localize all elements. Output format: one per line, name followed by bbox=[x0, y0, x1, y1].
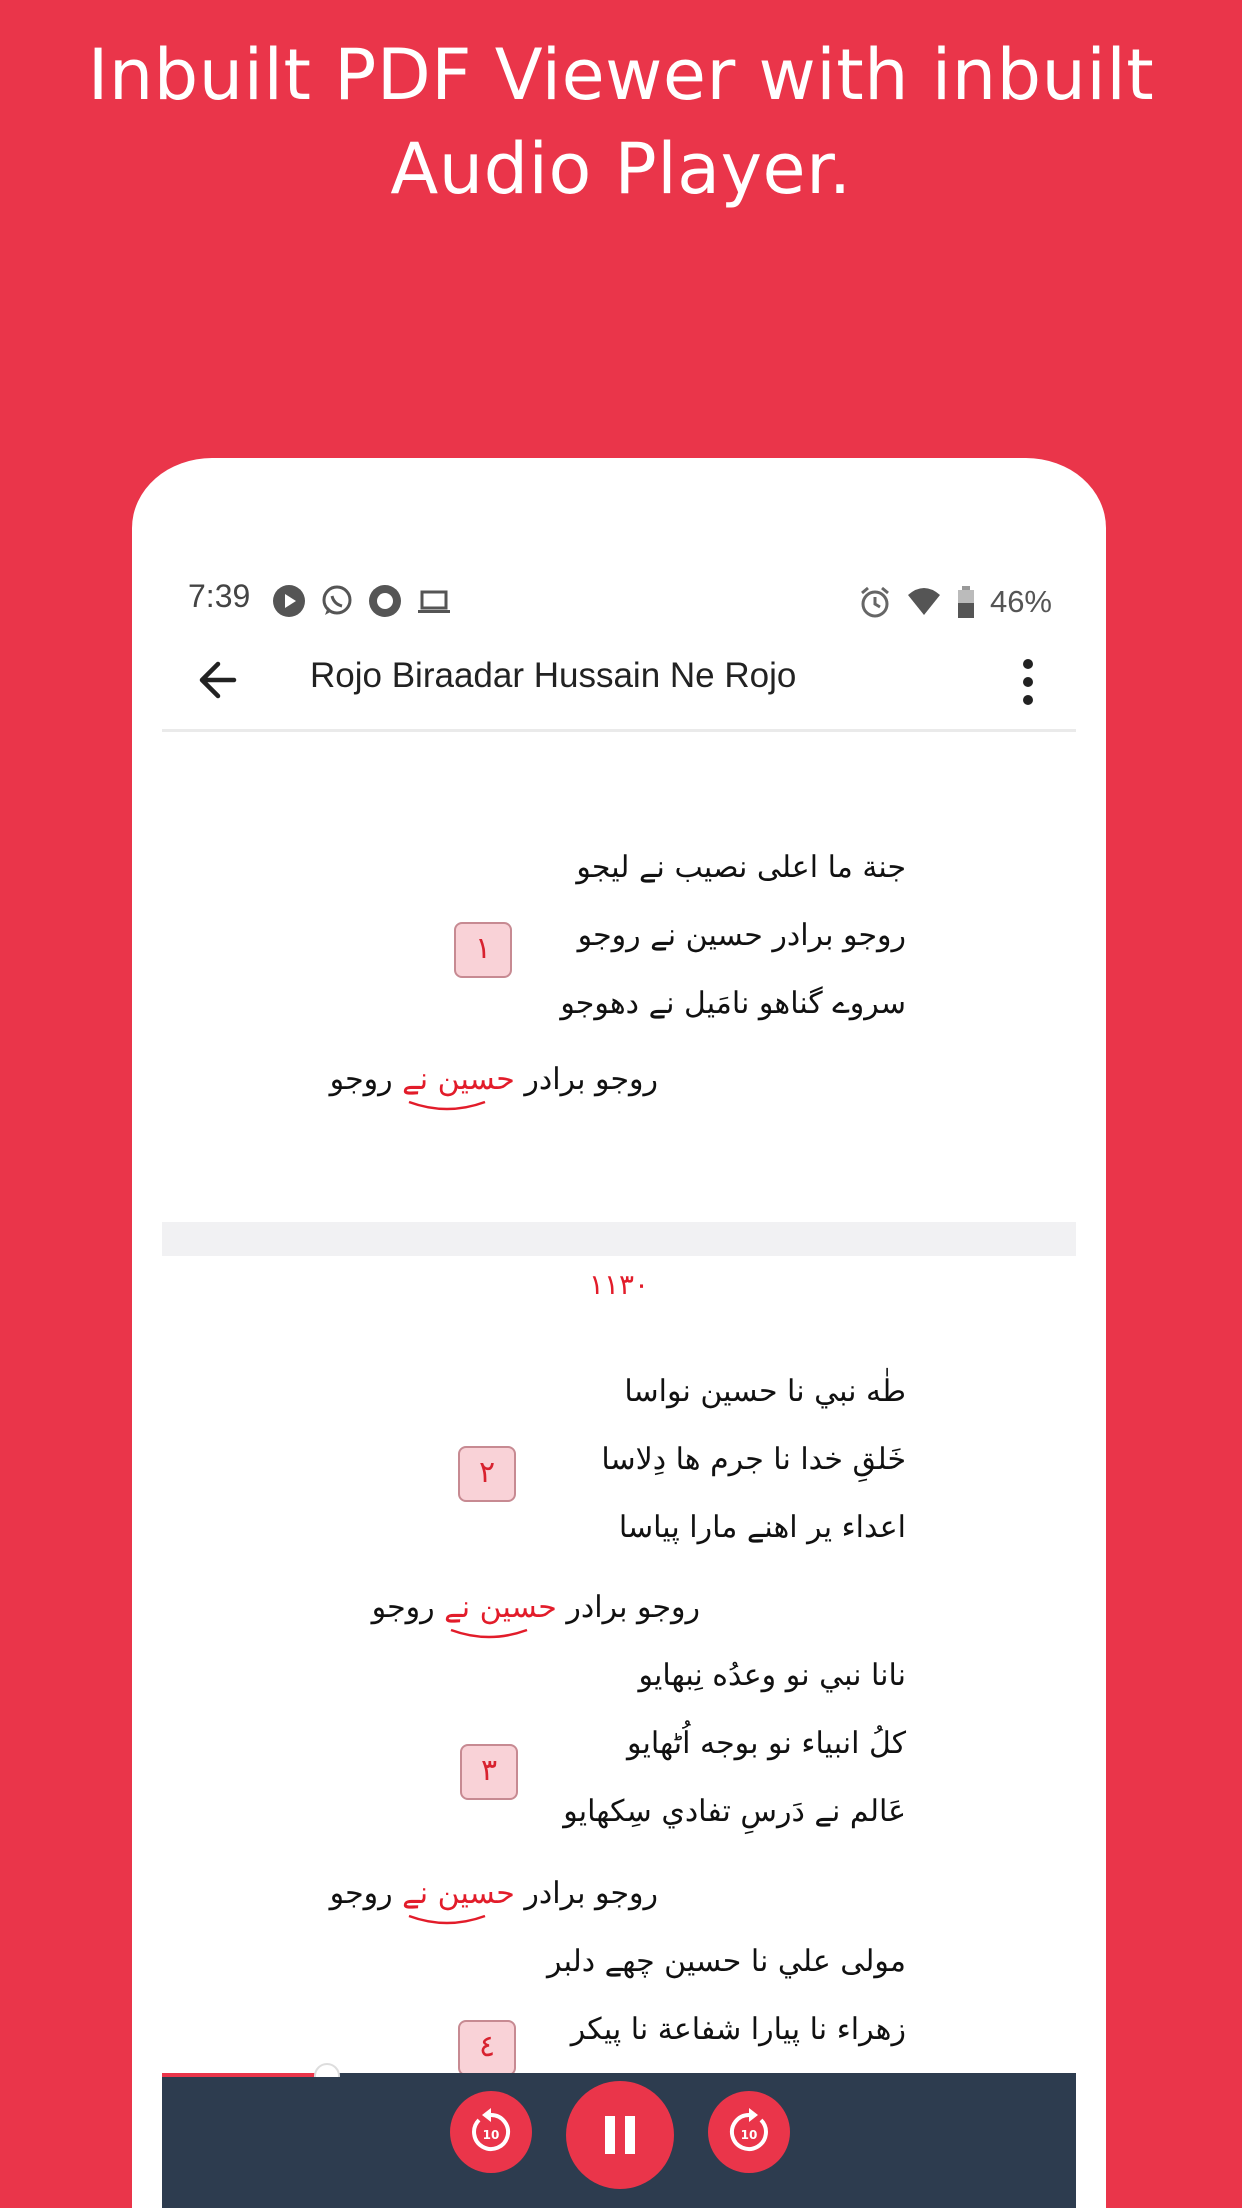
refrain-text: روجو برادر bbox=[514, 1062, 658, 1097]
pdf-page: جنة ما اعلى نصيب نے ليجو روجو برادر حسين… bbox=[162, 738, 1076, 1222]
refrain-text: روجو برادر bbox=[556, 1590, 700, 1625]
rewind-10-button[interactable]: 10 bbox=[450, 2091, 532, 2173]
alarm-icon bbox=[860, 586, 889, 618]
refrain-text: روجو bbox=[371, 1590, 445, 1625]
status-time: 7:39 bbox=[188, 578, 251, 614]
status-bar: 7:39 46% bbox=[132, 578, 1106, 638]
refrain-text: روجو bbox=[329, 1062, 403, 1097]
refrain-text: روجو برادر bbox=[514, 1876, 658, 1911]
verse-line: زهراء نا پيارا شفاعة نا پيكر bbox=[570, 2012, 906, 2047]
verse-line: سروے گناهو نامَيل نے دهوجو bbox=[560, 986, 906, 1021]
stanza-number-badge: ٢ bbox=[458, 1446, 516, 1502]
stanza-number-badge: ٤ bbox=[458, 2020, 516, 2076]
wifi-icon bbox=[907, 588, 940, 615]
battery-percent: 46% bbox=[989, 584, 1052, 619]
pdf-page: ١١٣٠ طٰه نبي نا حسين نواسا خَلقِ خدا نا … bbox=[162, 1256, 1076, 2078]
verse-line: اعداء ير اهنے مارا پياسا bbox=[618, 1510, 906, 1545]
laptop-icon bbox=[418, 590, 450, 613]
verse-line: جنة ما اعلى نصيب نے ليجو bbox=[576, 850, 906, 885]
whatsapp-icon bbox=[322, 585, 352, 615]
verse-line: كلُ انبياء نو بوجه اُٹھايو bbox=[626, 1726, 906, 1761]
play-store-icon bbox=[273, 585, 305, 617]
refrain-underline bbox=[408, 1100, 486, 1111]
back-arrow-icon[interactable] bbox=[190, 650, 250, 710]
verse-line: عَالم نے دَرسِ تفادي سِكهايو bbox=[563, 1794, 906, 1829]
verse-line: روجو برادر حسين نے روجو bbox=[577, 918, 906, 953]
refrain-highlight: حسين نے bbox=[402, 1876, 515, 1911]
forward-icon: 10 bbox=[729, 2108, 768, 2151]
forward-seconds: 10 bbox=[741, 2128, 758, 2142]
pdf-viewer[interactable]: جنة ما اعلى نصيب نے ليجو روجو برادر حسين… bbox=[162, 738, 1076, 2078]
refrain-highlight: حسين نے bbox=[444, 1590, 557, 1625]
app-icon bbox=[369, 585, 401, 617]
rewind-icon: 10 bbox=[472, 2108, 511, 2151]
pause-button[interactable] bbox=[566, 2081, 674, 2189]
phone-frame: 7:39 46% Rojo Biraadar Hussain Ne Rojo ج… bbox=[132, 458, 1106, 2208]
verse-line: مولى علي نا حسين چهے دلبر bbox=[547, 1944, 906, 1979]
refrain-underline bbox=[408, 1914, 486, 1925]
refrain-highlight: حسين نے bbox=[402, 1062, 515, 1097]
more-options-icon[interactable] bbox=[1020, 654, 1036, 710]
forward-10-button[interactable]: 10 bbox=[708, 2091, 790, 2173]
stanza-number-badge: ٣ bbox=[460, 1744, 518, 1800]
refrain-underline bbox=[450, 1628, 528, 1639]
app-bar: Rojo Biraadar Hussain Ne Rojo bbox=[162, 636, 1076, 732]
refrain-line: روجو برادر حسين نے روجو bbox=[372, 1590, 700, 1625]
refrain-text: روجو bbox=[329, 1876, 403, 1911]
audio-player: 10 10 bbox=[162, 2077, 1076, 2208]
refrain-line: روجو برادر حسين نے روجو bbox=[330, 1876, 658, 1911]
refrain-line: روجو برادر حسين نے روجو bbox=[330, 1062, 658, 1097]
verse-line: طٰه نبي نا حسين نواسا bbox=[624, 1374, 906, 1409]
verse-line: خَلقِ خدا نا جرم ها دِلاسا bbox=[601, 1442, 906, 1477]
pause-icon bbox=[605, 2116, 635, 2154]
promo-headline: Inbuilt PDF Viewer with inbuilt Audio Pl… bbox=[87, 34, 1155, 210]
page-separator bbox=[162, 1222, 1076, 1256]
document-title: Rojo Biraadar Hussain Ne Rojo bbox=[310, 656, 797, 695]
stanza-number-badge: ١ bbox=[454, 922, 512, 978]
battery-icon bbox=[957, 586, 974, 618]
verse-line: نانا نبي نو وعدُه نِبهايو bbox=[638, 1658, 906, 1693]
rewind-seconds: 10 bbox=[483, 2128, 500, 2142]
page-number: ١١٣٠ bbox=[588, 1268, 650, 1301]
